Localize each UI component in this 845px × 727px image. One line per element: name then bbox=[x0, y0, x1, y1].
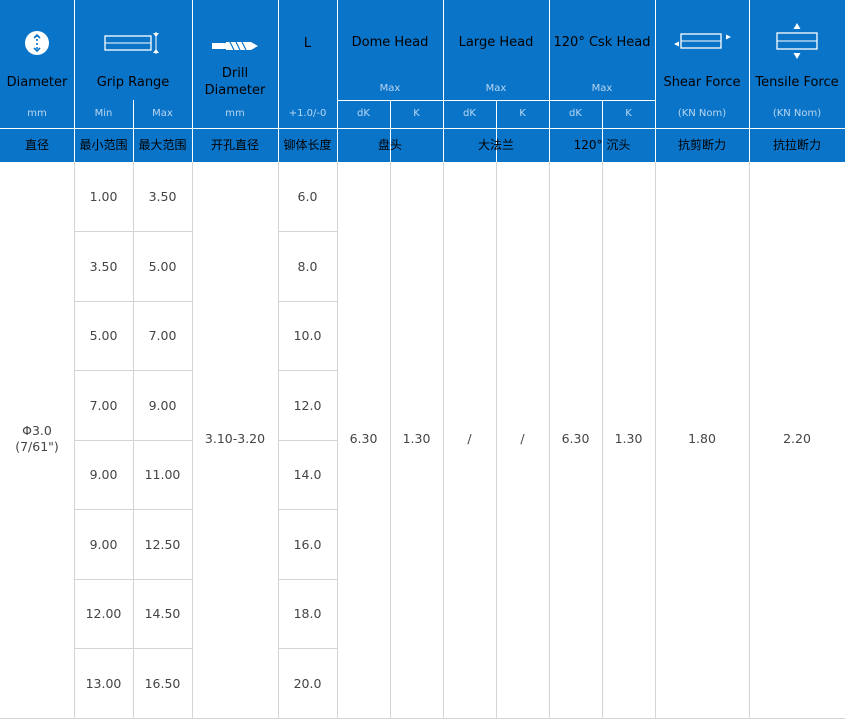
length-cell: 8.0 bbox=[297, 259, 318, 274]
drill-title: Drill Diameter bbox=[204, 66, 266, 98]
grip-min-cell: 1.00 bbox=[89, 189, 118, 204]
length-title: L bbox=[303, 36, 312, 51]
dome-head-max: Max bbox=[379, 83, 401, 94]
dome-head-title: Dome Head bbox=[351, 35, 429, 50]
grip-min-cn: 最小范围 bbox=[79, 138, 128, 152]
grip-max-cell: 14.50 bbox=[144, 606, 181, 621]
rivet-spec-table: Diameter mm 直径 Grip Range Min Max 最小范围 最… bbox=[0, 0, 845, 727]
length-cn: 铆体长度 bbox=[283, 138, 332, 152]
grip-min-cell: 5.00 bbox=[89, 328, 118, 343]
shear-force-icon bbox=[673, 31, 733, 51]
grip-max-cell: 16.50 bbox=[144, 676, 181, 691]
shear-force-unit: (KN Nom) bbox=[677, 108, 727, 119]
large-head-cn: 大法兰 bbox=[477, 138, 514, 152]
grip-max-cell: 12.50 bbox=[144, 537, 181, 552]
length-cell: 16.0 bbox=[293, 537, 322, 552]
drill-value: 3.10-3.20 bbox=[204, 431, 266, 446]
diameter-unit: mm bbox=[27, 108, 47, 119]
large-dk-label: dK bbox=[463, 108, 476, 119]
grip-max-cn: 最大范围 bbox=[138, 138, 187, 152]
csk-head-title: 120° Csk Head bbox=[553, 35, 651, 50]
grip-min-cell: 3.50 bbox=[89, 259, 118, 274]
shear-force-value: 1.80 bbox=[688, 431, 716, 446]
length-tolerance: +1.0/-0 bbox=[288, 108, 327, 119]
large-dk-value: / bbox=[467, 431, 472, 446]
grip-range-icon bbox=[104, 28, 162, 58]
grip-max-cell: 5.00 bbox=[148, 259, 177, 274]
dome-dk-label: dK bbox=[357, 108, 370, 119]
diameter-value-line2: (7/61") bbox=[15, 439, 59, 454]
tensile-force-unit: (KN Nom) bbox=[772, 108, 822, 119]
length-cell: 20.0 bbox=[293, 676, 322, 691]
csk-head-cn: 120° 沉头 bbox=[573, 138, 631, 152]
diameter-cn: 直径 bbox=[24, 138, 49, 152]
grip-min-cell: 12.00 bbox=[85, 606, 122, 621]
grip-max-cell: 9.00 bbox=[148, 398, 177, 413]
grip-min-cell: 9.00 bbox=[89, 537, 118, 552]
shear-force-title: Shear Force bbox=[663, 75, 741, 90]
tensile-force-value: 2.20 bbox=[783, 431, 811, 446]
csk-k-label: K bbox=[625, 108, 632, 119]
tensile-force-icon bbox=[775, 22, 819, 60]
grip-min-cell: 9.00 bbox=[89, 467, 118, 482]
csk-head-max: Max bbox=[591, 83, 613, 94]
length-cell: 12.0 bbox=[293, 398, 322, 413]
drill-icon bbox=[211, 37, 259, 51]
tensile-force-cn: 抗拉断力 bbox=[772, 138, 821, 152]
large-head-max: Max bbox=[485, 83, 507, 94]
drill-unit: mm bbox=[225, 108, 245, 119]
csk-dk-label: dK bbox=[569, 108, 582, 119]
grip-max-label: Max bbox=[152, 108, 173, 119]
dome-k-value: 1.30 bbox=[402, 431, 431, 446]
dome-k-label: K bbox=[413, 108, 420, 119]
grip-min-cell: 13.00 bbox=[85, 676, 122, 691]
drill-cn: 开孔直径 bbox=[210, 138, 259, 152]
large-k-value: / bbox=[520, 431, 525, 446]
length-cell: 10.0 bbox=[293, 328, 322, 343]
grip-max-cell: 11.00 bbox=[144, 467, 181, 482]
diameter-icon bbox=[24, 30, 50, 56]
diameter-value: Φ3.0 (7/61") bbox=[0, 423, 74, 455]
csk-k-value: 1.30 bbox=[614, 431, 643, 446]
diameter-title: Diameter bbox=[6, 75, 68, 90]
dome-head-cn: 盘头 bbox=[377, 138, 402, 152]
large-head-title: Large Head bbox=[458, 35, 534, 50]
grip-min-label: Min bbox=[94, 108, 113, 119]
grip-min-cell: 7.00 bbox=[89, 398, 118, 413]
length-cell: 6.0 bbox=[297, 189, 318, 204]
dome-dk-value: 6.30 bbox=[349, 431, 378, 446]
grip-max-cell: 7.00 bbox=[148, 328, 177, 343]
diameter-value-line1: Φ3.0 bbox=[22, 423, 52, 438]
length-cell: 14.0 bbox=[293, 467, 322, 482]
length-cell: 18.0 bbox=[293, 606, 322, 621]
grip-max-cell: 3.50 bbox=[148, 189, 177, 204]
grip-range-title: Grip Range bbox=[96, 75, 170, 90]
tensile-force-title: Tensile Force bbox=[755, 75, 839, 90]
csk-dk-value: 6.30 bbox=[561, 431, 590, 446]
large-k-label: K bbox=[519, 108, 526, 119]
shear-force-cn: 抗剪断力 bbox=[677, 138, 726, 152]
